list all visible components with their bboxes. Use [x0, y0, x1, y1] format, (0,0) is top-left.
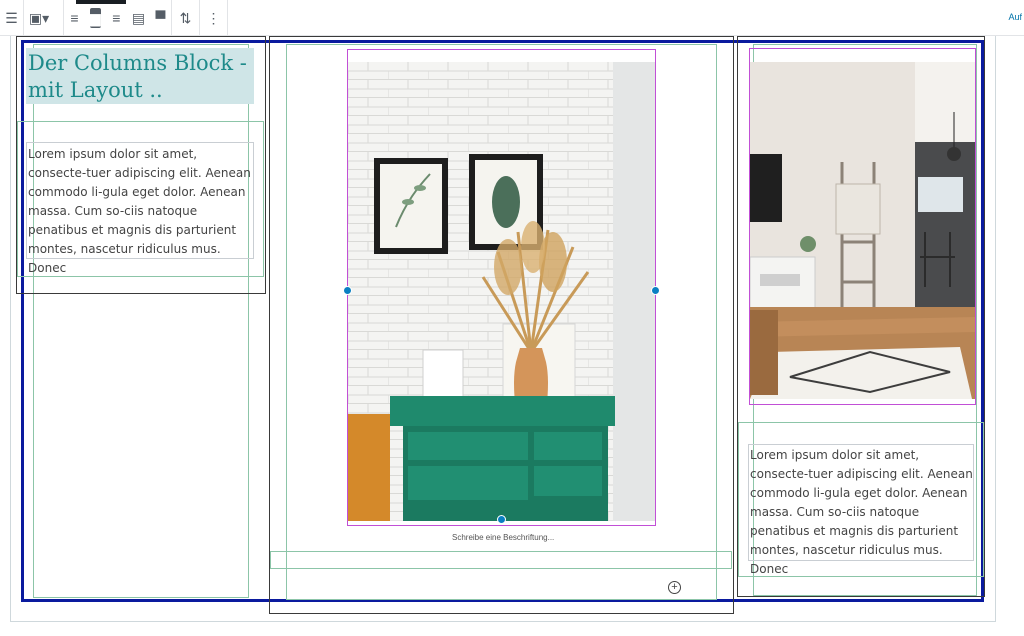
toolbar-group-replace: ⇅ [172, 0, 200, 36]
block-navigation-icon[interactable]: ☰ [5, 8, 18, 28]
align-left-icon[interactable]: ≡ [69, 8, 80, 28]
more-options-icon[interactable]: ⋮ [205, 8, 222, 28]
block-toolbar: ☰ ▣▾ ≡ ▆ ≡ ▤ ▀ ⇅ ⋮ Auf [0, 0, 1024, 36]
add-block-icon[interactable]: + [668, 581, 681, 594]
image-vase-scene[interactable] [348, 62, 655, 521]
toolbar-group-navigation: ☰ [0, 0, 24, 36]
toolbar-group-block-type: ▣▾ [24, 0, 64, 36]
align-right-icon[interactable]: ≡ [111, 8, 122, 28]
replace-icon[interactable]: ⇅ [177, 8, 194, 28]
toolbar-group-more: ⋮ [200, 0, 228, 36]
caption-placeholder[interactable]: Schreibe eine Beschriftung... [452, 533, 554, 542]
paragraph-right[interactable]: Lorem ipsum dolor sit amet, consecte-tue… [750, 446, 975, 579]
toolbar-right-link[interactable]: Auf [1008, 12, 1022, 22]
tooltip [76, 0, 126, 4]
living-room-illustration [750, 62, 975, 399]
image-living-room[interactable] [750, 62, 975, 399]
caption-row-outline [270, 551, 732, 569]
heading-block[interactable]: Der Columns Block - mit Layout .. [28, 50, 254, 104]
align-full-icon[interactable]: ▀ [155, 8, 166, 28]
vase-scene-illustration [348, 62, 655, 521]
resize-handle-right[interactable] [651, 286, 660, 295]
toolbar-group-alignment: ≡ ▆ ≡ ▤ ▀ [64, 0, 172, 36]
resize-handle-left[interactable] [343, 286, 352, 295]
image-block-icon[interactable]: ▣▾ [29, 8, 49, 28]
align-wide-icon[interactable]: ▤ [132, 8, 145, 28]
align-center-icon[interactable]: ▆ [89, 8, 101, 28]
resize-handle-bottom[interactable] [497, 515, 506, 524]
paragraph-left[interactable]: Lorem ipsum dolor sit amet, consecte-tue… [28, 145, 253, 278]
